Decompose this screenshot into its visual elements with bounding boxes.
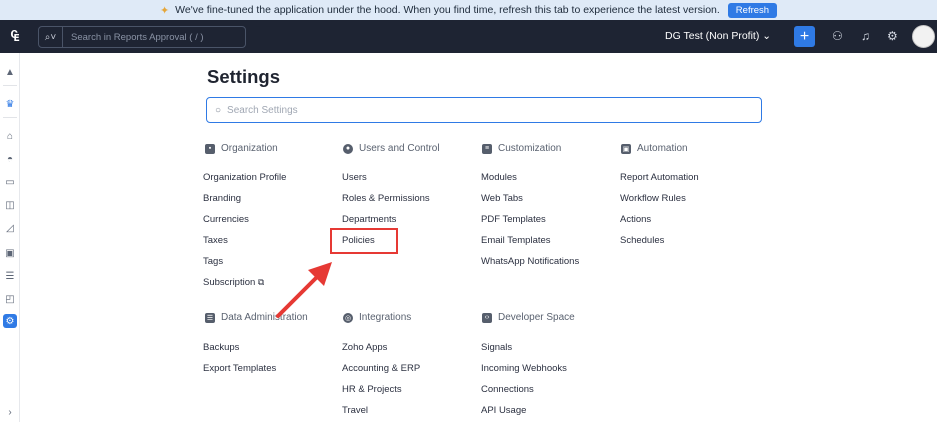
section-title: Customization xyxy=(498,143,562,154)
external-link-icon: ⧉ xyxy=(257,277,265,287)
section-title: Users and Control xyxy=(359,143,440,154)
users-icon[interactable]: ⚇ xyxy=(832,29,843,43)
app-logo-icon[interactable]: ₠ xyxy=(4,26,26,48)
link-signals[interactable]: Signals xyxy=(481,342,512,353)
link-modules[interactable]: Modules xyxy=(481,172,517,183)
section-integrations: ◎ Integrations xyxy=(343,312,411,323)
robot-icon: ▣ xyxy=(621,143,631,154)
link-report-automation[interactable]: Report Automation xyxy=(620,172,699,183)
building-icon: ▪ xyxy=(205,143,215,154)
link-api-usage[interactable]: API Usage xyxy=(481,405,526,416)
settings-search-placeholder: Search Settings xyxy=(227,104,298,116)
link-tags[interactable]: Tags xyxy=(203,256,223,267)
badge-icon[interactable]: ♛ xyxy=(3,97,17,111)
refresh-button[interactable]: Refresh xyxy=(727,2,778,18)
section-organization: ▪ Organization xyxy=(205,143,278,154)
banner-message: We've fine-tuned the application under t… xyxy=(175,4,720,16)
section-customization: ≡ Customization xyxy=(482,143,561,154)
home-icon[interactable]: ⌂ xyxy=(3,129,17,143)
rail-divider xyxy=(3,85,17,86)
database-icon[interactable]: ☰ xyxy=(3,269,17,283)
link-zoho-apps[interactable]: Zoho Apps xyxy=(342,342,387,353)
left-sidebar: ▲ ♛ ⌂ ◓ ▭ ◫ ◿ ▣ ☰ ◰ ⚙ › xyxy=(0,53,20,422)
quick-create-button[interactable]: + xyxy=(794,26,815,47)
search-icon: ○ xyxy=(215,104,222,116)
link-departments[interactable]: Departments xyxy=(342,214,396,225)
wallet-icon[interactable]: ◫ xyxy=(3,198,17,212)
section-developer-space: ‹› Developer Space xyxy=(482,312,575,323)
search-icon[interactable]: ⌕˅ xyxy=(39,27,63,47)
code-icon: ‹› xyxy=(482,312,492,323)
section-automation: ▣ Automation xyxy=(621,143,688,154)
link-actions[interactable]: Actions xyxy=(620,214,651,225)
trips-icon[interactable]: ◓ xyxy=(3,152,17,166)
link-export-templates[interactable]: Export Templates xyxy=(203,363,276,374)
link-roles-permissions[interactable]: Roles & Permissions xyxy=(342,193,430,204)
link-email-templates[interactable]: Email Templates xyxy=(481,235,551,246)
database-icon: ☰ xyxy=(205,312,215,323)
link-pdf-templates[interactable]: PDF Templates xyxy=(481,214,546,225)
update-banner: ✦ We've fine-tuned the application under… xyxy=(0,0,937,20)
sparkle-icon: ✦ xyxy=(159,4,170,17)
rail-divider xyxy=(3,117,17,118)
global-search-input[interactable]: ⌕˅ Search in Reports Approval ( / ) xyxy=(38,26,246,48)
policies-highlight-box xyxy=(330,228,398,254)
bell-icon[interactable]: ♫ xyxy=(861,29,870,43)
organization-switcher[interactable]: DG Test (Non Profit) ⌄ xyxy=(665,30,771,42)
section-title: Developer Space xyxy=(498,312,575,323)
user-profile-icon[interactable]: ▲ xyxy=(3,65,17,79)
link-whatsapp-notifications[interactable]: WhatsApp Notifications xyxy=(481,256,579,267)
link-subscription-label: Subscription xyxy=(203,277,256,288)
settings-icon[interactable]: ⚙ xyxy=(3,314,17,328)
link-hr-projects[interactable]: HR & Projects xyxy=(342,384,402,395)
avatar[interactable] xyxy=(912,25,935,48)
link-connections[interactable]: Connections xyxy=(481,384,534,395)
user-circle-icon: ● xyxy=(343,143,353,154)
section-title: Integrations xyxy=(359,312,412,323)
section-title: Organization xyxy=(221,143,278,154)
link-organization-profile[interactable]: Organization Profile xyxy=(203,172,286,183)
cash-icon[interactable]: ▣ xyxy=(3,246,17,260)
link-schedules[interactable]: Schedules xyxy=(620,235,664,246)
link-backups[interactable]: Backups xyxy=(203,342,239,353)
link-branding[interactable]: Branding xyxy=(203,193,241,204)
settings-search-input[interactable]: ○ Search Settings xyxy=(206,97,762,123)
link-accounting-erp[interactable]: Accounting & ERP xyxy=(342,363,420,374)
section-users-control: ● Users and Control xyxy=(343,143,440,154)
top-navigation: ₠ ⌕˅ Search in Reports Approval ( / ) DG… xyxy=(0,20,937,53)
chevron-right-icon[interactable]: › xyxy=(3,405,17,419)
page-title: Settings xyxy=(207,66,280,87)
gear-icon[interactable]: ⚙ xyxy=(887,29,898,43)
link-travel[interactable]: Travel xyxy=(342,405,368,416)
folder-icon[interactable]: ▭ xyxy=(3,175,17,189)
link-incoming-webhooks[interactable]: Incoming Webhooks xyxy=(481,363,567,374)
analytics-icon[interactable]: ◰ xyxy=(3,292,17,306)
customization-icon: ≡ xyxy=(482,143,492,154)
link-currencies[interactable]: Currencies xyxy=(203,214,249,225)
link-subscription[interactable]: Subscription ⧉ xyxy=(203,277,264,288)
global-search-placeholder: Search in Reports Approval ( / ) xyxy=(71,31,204,43)
annotation-arrow-icon xyxy=(276,262,332,318)
link-users[interactable]: Users xyxy=(342,172,367,183)
section-title: Automation xyxy=(637,143,688,154)
integration-icon: ◎ xyxy=(343,312,353,323)
link-taxes[interactable]: Taxes xyxy=(203,235,228,246)
link-workflow-rules[interactable]: Workflow Rules xyxy=(620,193,686,204)
reports-icon[interactable]: ◿ xyxy=(3,221,17,235)
link-web-tabs[interactable]: Web Tabs xyxy=(481,193,523,204)
